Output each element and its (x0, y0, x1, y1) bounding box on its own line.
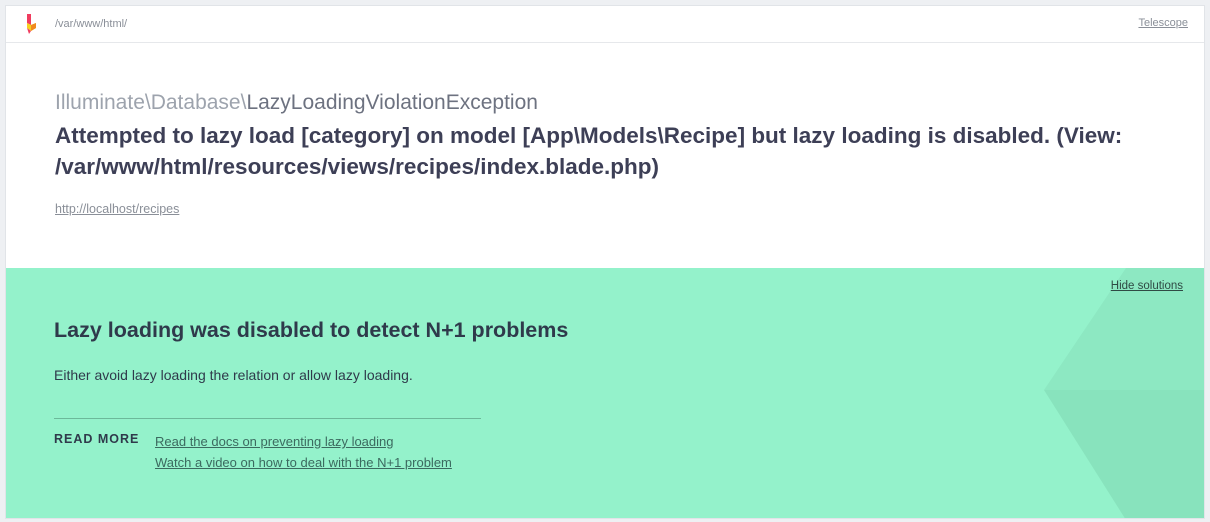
solution-title: Lazy loading was disabled to detect N+1 … (54, 318, 569, 342)
hide-solutions-button[interactable]: Hide solutions (1111, 280, 1183, 292)
solution-links: Read the docs on preventing lazy loading… (155, 431, 452, 473)
ignition-logo-icon (27, 14, 36, 34)
app-path: /var/www/html/ (55, 18, 128, 30)
exception-class-name: LazyLoadingViolationException (246, 91, 538, 114)
video-link[interactable]: Watch a video on how to deal with the N+… (155, 452, 452, 473)
docs-link[interactable]: Read the docs on preventing lazy loading (155, 431, 452, 452)
telescope-link[interactable]: Telescope (1138, 17, 1188, 29)
decorative-shape (1044, 268, 1204, 518)
exception-message: Attempted to lazy load [category] on mod… (55, 123, 1123, 179)
solution-panel: Hide solutions Lazy loading was disabled… (6, 268, 1204, 518)
exception-namespace: Illuminate\Database\ (55, 91, 247, 114)
divider (54, 418, 481, 419)
error-page: /var/www/html/ Telescope Illuminate\Data… (5, 5, 1205, 519)
read-more-label: READ MORE (54, 432, 140, 446)
exception-details: Illuminate\Database\LazyLoadingViolation… (55, 90, 1175, 182)
request-url-link[interactable]: http://localhost/recipes (55, 202, 179, 216)
solution-description: Either avoid lazy loading the relation o… (54, 367, 413, 383)
top-bar: /var/www/html/ Telescope (6, 6, 1204, 43)
exception-class: Illuminate\Database\LazyLoadingViolation… (55, 90, 1175, 116)
